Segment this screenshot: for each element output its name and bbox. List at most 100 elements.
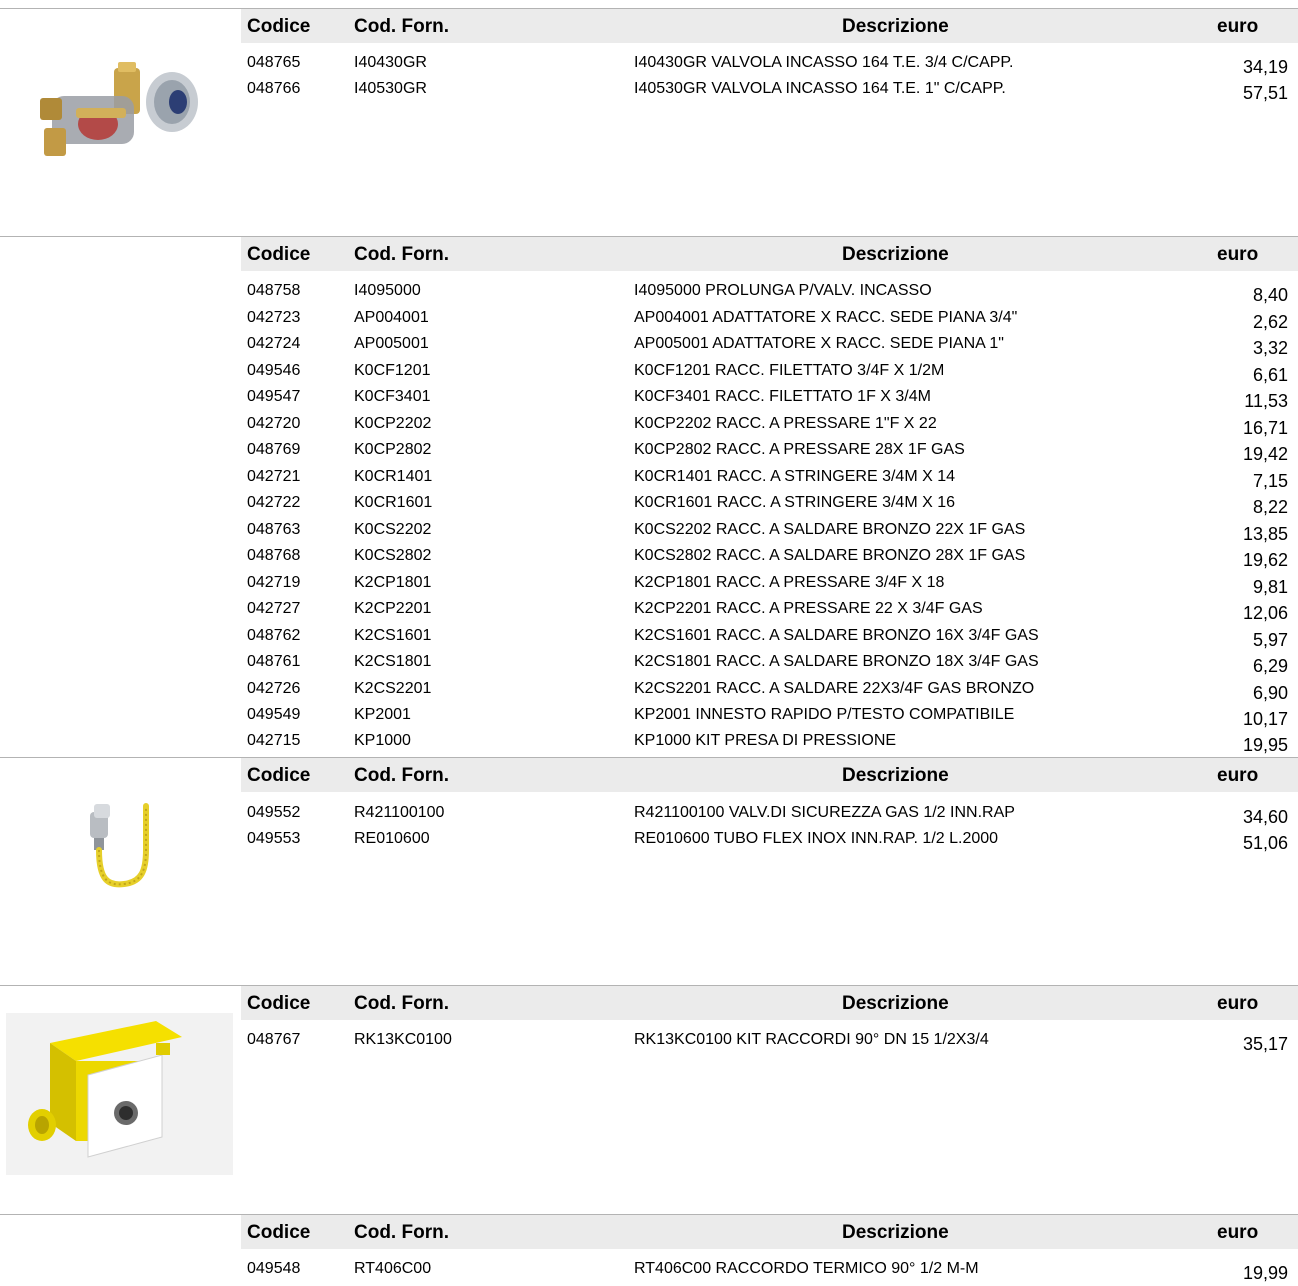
cell-description: K0CR1601 RACC. A STRINGERE 3/4M X 16 [634, 494, 956, 511]
cell-code: 048765 [247, 54, 301, 71]
cell-code: 048769 [247, 441, 301, 458]
cell-code: 049548 [247, 1260, 301, 1277]
table-row: 042726 K2CS2201 K2CS2201 RACC. A SALDARE… [0, 680, 1298, 706]
cell-supplier-code: K0CF3401 [354, 388, 431, 405]
cell-code: 042726 [247, 679, 301, 697]
cell-price: 11,53 [1244, 391, 1288, 411]
header-code: Codice [247, 765, 311, 786]
cell-supplier-code: K2CS1601 [354, 626, 432, 644]
cell-description: K0CP2802 RACC. A PRESSARE 28X 1F GAS [634, 441, 965, 458]
cell-code: 042722 [247, 494, 301, 511]
cell-price: 6,61 [1252, 364, 1288, 385]
cell-code: 042723 [247, 308, 301, 326]
cell-description: AP005001 ADATTATORE X RACC. SEDE PIANA 1… [634, 335, 1004, 352]
table-row: 049548 RT406C00 RT406C00 RACCORDO TERMIC… [0, 1260, 1298, 1286]
table-row: 042722 K0CR1601 K0CR1601 RACC. A STRINGE… [0, 494, 1298, 520]
table-row: 042719 K2CP1801 K2CP1801 RACC. A PRESSAR… [0, 574, 1298, 600]
cell-supplier-code: K0CP2202 [354, 414, 432, 432]
table-row: 048758 I4095000 I4095000 PROLUNGA P/VALV… [0, 282, 1298, 308]
cell-supplier-code: K0CR1401 [354, 467, 433, 485]
cell-code: 048762 [247, 626, 301, 644]
table-row: 048762 K2CS1601 K2CS1601 RACC. A SALDARE… [0, 627, 1298, 653]
table-row: 048761 K2CS1801 K2CS1801 RACC. A SALDARE… [0, 653, 1298, 679]
cell-price: 19,62 [1242, 550, 1288, 570]
header-description: Descrizione [842, 16, 949, 37]
cell-price: 8,40 [1252, 285, 1288, 305]
cell-description: K2CS1801 RACC. A SALDARE BRONZO 18X 3/4F… [634, 653, 1039, 670]
cell-code: 042719 [247, 573, 301, 591]
cell-supplier-code: K0CS2202 [354, 520, 432, 538]
header-description: Descrizione [842, 993, 949, 1014]
header-code: Codice [247, 1222, 311, 1243]
header-supplier-code: Cod. Forn. [354, 993, 449, 1014]
cell-supplier-code: K0CS2802 [354, 547, 432, 564]
table-row: 048769 K0CP2802 K0CP2802 RACC. A PRESSAR… [0, 441, 1298, 467]
cell-supplier-code: K2CP2201 [354, 600, 432, 617]
cell-code: 049552 [247, 804, 301, 821]
cell-description: RE010600 TUBO FLEX INOX INN.RAP. 1/2 L.2… [634, 830, 999, 847]
cell-description: KP2001 INNESTO RAPIDO P/TESTO COMPATIBIL… [634, 706, 1015, 723]
cell-code: 048766 [247, 80, 301, 97]
cell-description: I40530GR VALVOLA INCASSO 164 T.E. 1" C/C… [634, 80, 1006, 97]
cell-code: 042727 [247, 600, 301, 617]
cell-supplier-code: K2CS2201 [354, 679, 432, 697]
cell-price: 34,19 [1242, 57, 1288, 77]
header-supplier-code: Cod. Forn. [354, 244, 449, 265]
cell-price: 16,71 [1242, 417, 1288, 438]
cell-supplier-code: RK13KC0100 [354, 1031, 452, 1048]
cell-code: 048758 [247, 282, 301, 299]
cell-description: KP1000 KIT PRESA DI PRESSIONE [634, 732, 897, 749]
table-row: 042715 KP1000 KP1000 KIT PRESA DI PRESSI… [0, 732, 1298, 758]
cell-supplier-code: K0CR1601 [354, 494, 433, 511]
cell-code: 049546 [247, 361, 301, 379]
table-row: 048765 I40430GR I40430GR VALVOLA INCASSO… [0, 54, 1298, 80]
header-supplier-code: Cod. Forn. [354, 765, 449, 786]
table-row: 048766 I40530GR I40530GR VALVOLA INCASSO… [0, 80, 1298, 106]
cell-code: 048767 [247, 1031, 301, 1048]
cell-price: 57,51 [1242, 83, 1288, 103]
cell-price: 9,81 [1252, 576, 1288, 597]
header-code: Codice [247, 244, 311, 265]
cell-price: 19,95 [1242, 735, 1288, 755]
header-price: euro [1217, 993, 1259, 1014]
table-row: 049553 RE010600 RE010600 TUBO FLEX INOX … [0, 830, 1298, 856]
cell-supplier-code: KP2001 [354, 706, 411, 723]
cell-description: R421100100 VALV.DI SICUREZZA GAS 1/2 INN… [634, 804, 1015, 821]
cell-description: AP004001 ADATTATORE X RACC. SEDE PIANA 3… [634, 308, 1018, 326]
cell-description: K0CP2202 RACC. A PRESSARE 1"F X 22 [634, 414, 937, 432]
cell-description: K2CP2201 RACC. A PRESSARE 22 X 3/4F GAS [634, 600, 983, 617]
cell-price: 7,15 [1252, 470, 1288, 491]
cell-supplier-code: RE010600 [354, 830, 430, 847]
cell-description: K2CS1601 RACC. A SALDARE BRONZO 16X 3/4F… [634, 626, 1039, 644]
cell-price: 6,29 [1252, 656, 1288, 676]
table-row: 049547 K0CF3401 K0CF3401 RACC. FILETTATO… [0, 388, 1298, 414]
table-row: 048767 RK13KC0100 RK13KC0100 KIT RACCORD… [0, 1031, 1298, 1057]
cell-price: 3,32 [1252, 338, 1288, 358]
table-row: 049546 K0CF1201 K0CF1201 RACC. FILETTATO… [0, 362, 1298, 388]
cell-description: RK13KC0100 KIT RACCORDI 90° DN 15 1/2X3/… [634, 1031, 989, 1048]
cell-price: 10,17 [1242, 709, 1288, 729]
cell-code: 042715 [247, 732, 301, 749]
table-header: Codice Cod. Forn. Descrizione euro [241, 237, 1298, 271]
cell-description: I40430GR VALVOLA INCASSO 164 T.E. 3/4 C/… [634, 54, 1014, 71]
header-description: Descrizione [842, 244, 949, 265]
cell-supplier-code: K2CS1801 [354, 653, 432, 670]
table-row: 042723 AP004001 AP004001 ADATTATORE X RA… [0, 309, 1298, 335]
header-description: Descrizione [842, 1222, 949, 1243]
header-supplier-code: Cod. Forn. [354, 16, 449, 37]
header-code: Codice [247, 993, 311, 1014]
cell-supplier-code: KP1000 [354, 732, 411, 749]
table-header: Codice Cod. Forn. Descrizione euro [241, 9, 1298, 43]
header-price: euro [1217, 16, 1259, 37]
cell-price: 8,22 [1252, 497, 1288, 517]
cell-code: 042721 [247, 467, 301, 485]
cell-price: 34,60 [1242, 807, 1288, 827]
table-row: 042727 K2CP2201 K2CP2201 RACC. A PRESSAR… [0, 600, 1298, 626]
cell-supplier-code: I40430GR [354, 54, 427, 71]
table-row: 042724 AP005001 AP005001 ADATTATORE X RA… [0, 335, 1298, 361]
cell-price: 13,85 [1242, 523, 1288, 544]
cell-supplier-code: I4095000 [354, 282, 421, 299]
cell-price: 6,90 [1252, 682, 1288, 703]
table-header: Codice Cod. Forn. Descrizione euro [241, 986, 1298, 1020]
table-row: 048768 K0CS2802 K0CS2802 RACC. A SALDARE… [0, 547, 1298, 573]
